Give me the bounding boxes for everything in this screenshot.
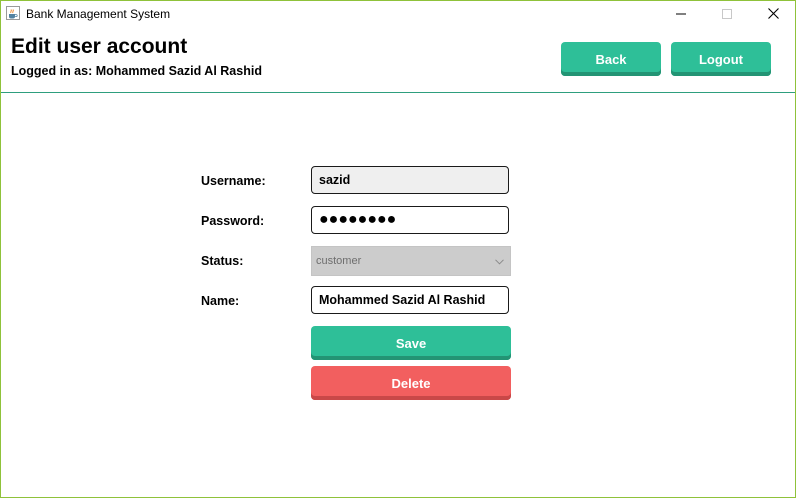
password-label: Password:: [201, 214, 265, 228]
username-field[interactable]: [311, 166, 509, 194]
page-title: Edit user account: [11, 35, 188, 58]
status-label: Status:: [201, 254, 244, 268]
name-field[interactable]: [311, 286, 509, 314]
delete-button[interactable]: Delete: [311, 366, 511, 400]
close-button[interactable]: [750, 1, 795, 28]
back-button[interactable]: Back: [561, 42, 661, 76]
password-field[interactable]: [311, 206, 509, 234]
chevron-down-icon: [495, 252, 504, 270]
username-label: Username:: [201, 174, 266, 188]
name-label: Name:: [201, 294, 240, 308]
maximize-button[interactable]: [704, 1, 750, 28]
window-title: Bank Management System: [26, 7, 171, 21]
close-icon: [767, 6, 779, 24]
title-bar[interactable]: Bank Management System: [1, 1, 795, 28]
logout-button[interactable]: Logout: [671, 42, 771, 76]
status-select-value: customer: [316, 255, 362, 267]
logged-in-label: Logged in as: Mohammed Sazid Al Rashid: [11, 64, 262, 78]
minimize-button[interactable]: [658, 1, 704, 28]
maximize-icon: [722, 6, 732, 24]
save-button[interactable]: Save: [311, 326, 511, 360]
page-header: Edit user account Logged in as: Mohammed…: [1, 28, 795, 93]
java-cup-icon: [6, 6, 20, 20]
minimize-icon: [676, 6, 686, 24]
app-window: Bank Management System Edit user account…: [0, 0, 796, 498]
status-select[interactable]: customer: [311, 246, 511, 276]
